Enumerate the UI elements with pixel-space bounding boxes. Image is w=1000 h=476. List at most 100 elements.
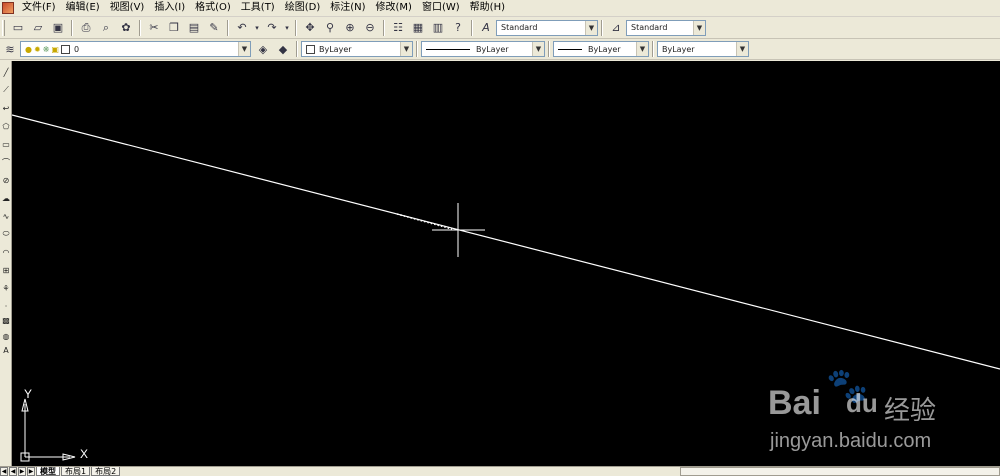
multiline-text-icon[interactable]: A bbox=[1, 345, 11, 355]
layer-manager-icon[interactable]: ≋ bbox=[1, 40, 19, 58]
toolbar-separator bbox=[548, 41, 550, 57]
menu-help[interactable]: 帮助(H) bbox=[465, 0, 510, 16]
menu-modify[interactable]: 修改(M) bbox=[371, 0, 417, 16]
construction-line-icon[interactable]: ⟋ bbox=[1, 85, 11, 95]
menu-file[interactable]: 文件(F) bbox=[17, 0, 61, 16]
redo-icon[interactable]: ↷ bbox=[263, 19, 281, 37]
region-icon[interactable]: ◍ bbox=[1, 331, 11, 341]
pan-icon[interactable]: ✥ bbox=[301, 19, 319, 37]
layer-select[interactable]: ● ✹ ❋ ▣ 0 ▼ bbox=[20, 41, 251, 57]
revision-cloud-icon[interactable]: ☁ bbox=[1, 193, 11, 203]
layer-name-value: 0 bbox=[73, 44, 80, 54]
menu-format[interactable]: 格式(O) bbox=[190, 0, 236, 16]
menu-edit[interactable]: 编辑(E) bbox=[61, 0, 105, 16]
line-icon[interactable]: ╱ bbox=[1, 67, 11, 77]
dimension-style-icon: ⊿ bbox=[611, 21, 621, 34]
insert-block-icon[interactable]: ⊞ bbox=[1, 265, 11, 275]
app-icon[interactable] bbox=[2, 2, 14, 14]
horizontal-scrollbar[interactable] bbox=[680, 467, 1000, 476]
copy-icon[interactable]: ❐ bbox=[165, 19, 183, 37]
prev-tab-icon[interactable]: ◀ bbox=[9, 467, 17, 476]
ellipse-arc-icon[interactable]: ◠ bbox=[1, 247, 11, 257]
menu-tools[interactable]: 工具(T) bbox=[236, 0, 280, 16]
help-icon[interactable]: ? bbox=[449, 19, 467, 37]
paste-icon[interactable]: ▤ bbox=[185, 19, 203, 37]
toolbar-separator bbox=[471, 19, 473, 36]
menu-insert[interactable]: 插入(I) bbox=[149, 0, 190, 16]
first-tab-icon[interactable]: ◀ bbox=[0, 467, 8, 476]
last-tab-icon[interactable]: ▶ bbox=[27, 467, 35, 476]
toolbar-separator bbox=[416, 41, 418, 57]
circle-icon[interactable]: ⊘ bbox=[1, 175, 11, 185]
chevron-down-icon: ▼ bbox=[238, 42, 250, 56]
polyline-icon[interactable]: ↩ bbox=[1, 103, 11, 113]
properties-icon[interactable]: ☷ bbox=[389, 19, 407, 37]
toolbar-separator bbox=[652, 41, 654, 57]
lineweight-select[interactable]: ByLayer ▼ bbox=[553, 41, 649, 57]
make-object-layer-current-icon[interactable]: ◈ bbox=[254, 40, 272, 58]
text-style-select[interactable]: Standard ▼ bbox=[496, 19, 598, 36]
lock-icon[interactable]: ▣ bbox=[51, 45, 59, 54]
layer-freeze-icon[interactable]: ❋ bbox=[43, 45, 50, 54]
publish-icon[interactable]: ✿ bbox=[117, 19, 135, 37]
linetype-preview bbox=[426, 48, 470, 50]
spline-icon[interactable]: ∿ bbox=[1, 211, 11, 221]
tab-model[interactable]: 模型 bbox=[36, 467, 60, 476]
sun-icon[interactable]: ✹ bbox=[34, 45, 41, 54]
ellipse-icon[interactable]: ⬭ bbox=[1, 229, 11, 239]
tool-palettes-icon[interactable]: ▥ bbox=[429, 19, 447, 37]
zoom-window-icon[interactable]: ⊕ bbox=[341, 19, 359, 37]
zoom-previous-icon[interactable]: ⊖ bbox=[361, 19, 379, 37]
undo-dropdown-icon[interactable]: ▾ bbox=[253, 19, 261, 37]
rectangle-icon[interactable]: ▭ bbox=[1, 139, 11, 149]
drawing-area[interactable]: Y X 🐾 Bai du 经验 jingyan.baidu.com bbox=[11, 61, 1000, 466]
zoom-realtime-icon[interactable]: ⚲ bbox=[321, 19, 339, 37]
menu-draw[interactable]: 绘图(D) bbox=[280, 0, 326, 16]
make-block-icon[interactable]: ⚘ bbox=[1, 283, 11, 293]
plotstyle-select[interactable]: ByLayer ▼ bbox=[657, 41, 749, 57]
tab-layout2[interactable]: 布局2 bbox=[91, 467, 121, 476]
match-properties-icon[interactable]: ✎ bbox=[205, 19, 223, 37]
arc-icon[interactable]: ⌒ bbox=[1, 157, 11, 167]
dimension-style-select[interactable]: Standard ▼ bbox=[626, 19, 706, 36]
menu-window[interactable]: 窗口(W) bbox=[417, 0, 465, 16]
next-tab-icon[interactable]: ▶ bbox=[18, 467, 26, 476]
toolbar-separator bbox=[601, 19, 603, 36]
baidu-jingyan-watermark: 🐾 Bai du 经验 jingyan.baidu.com bbox=[764, 366, 994, 461]
menu-dimension[interactable]: 标注(N) bbox=[325, 0, 370, 16]
toolbar-separator bbox=[383, 19, 385, 36]
text-style-value: Standard bbox=[501, 23, 538, 32]
undo-icon[interactable]: ↶ bbox=[233, 19, 251, 37]
point-icon[interactable]: · bbox=[1, 301, 11, 311]
autocad-window: 文件(F) 编辑(E) 视图(V) 插入(I) 格式(O) 工具(T) 绘图(D… bbox=[0, 0, 1000, 476]
print-preview-icon[interactable]: ⌕ bbox=[97, 19, 115, 37]
toolbar-separator bbox=[71, 19, 73, 36]
lineweight-preview bbox=[558, 48, 582, 50]
toolbar-grip[interactable] bbox=[2, 19, 5, 36]
menu-view[interactable]: 视图(V) bbox=[105, 0, 150, 16]
ucs-y-label: Y bbox=[24, 387, 33, 401]
linetype-value: ByLayer bbox=[476, 44, 509, 54]
open-file-icon[interactable]: ▱ bbox=[29, 19, 47, 37]
save-icon[interactable]: ▣ bbox=[49, 19, 67, 37]
hatch-icon[interactable]: ▩ bbox=[1, 315, 11, 325]
lightbulb-icon[interactable]: ● bbox=[25, 45, 32, 54]
watermark-cn: 经验 bbox=[884, 396, 937, 426]
color-select[interactable]: ByLayer ▼ bbox=[301, 41, 413, 57]
print-icon[interactable]: ⎙ bbox=[77, 19, 95, 37]
design-center-icon[interactable]: ▦ bbox=[409, 19, 427, 37]
layer-color-swatch bbox=[60, 44, 70, 54]
tab-layout1[interactable]: 布局1 bbox=[61, 467, 91, 476]
watermark-url: jingyan.baidu.com bbox=[770, 430, 932, 452]
watermark-brand2: du bbox=[846, 388, 878, 418]
menu-bar: 文件(F) 编辑(E) 视图(V) 插入(I) 格式(O) 工具(T) 绘图(D… bbox=[0, 0, 1000, 17]
new-file-icon[interactable]: ▭ bbox=[9, 19, 27, 37]
drawn-line[interactable] bbox=[11, 114, 1000, 370]
chevron-down-icon: ▼ bbox=[400, 42, 412, 56]
cut-icon[interactable]: ✂ bbox=[145, 19, 163, 37]
layer-previous-icon[interactable]: ◆ bbox=[274, 40, 292, 58]
linetype-select[interactable]: ByLayer ▼ bbox=[421, 41, 545, 57]
text-style-icon: A bbox=[482, 21, 490, 34]
polygon-icon[interactable]: ⬠ bbox=[1, 121, 11, 131]
redo-dropdown-icon[interactable]: ▾ bbox=[283, 19, 291, 37]
